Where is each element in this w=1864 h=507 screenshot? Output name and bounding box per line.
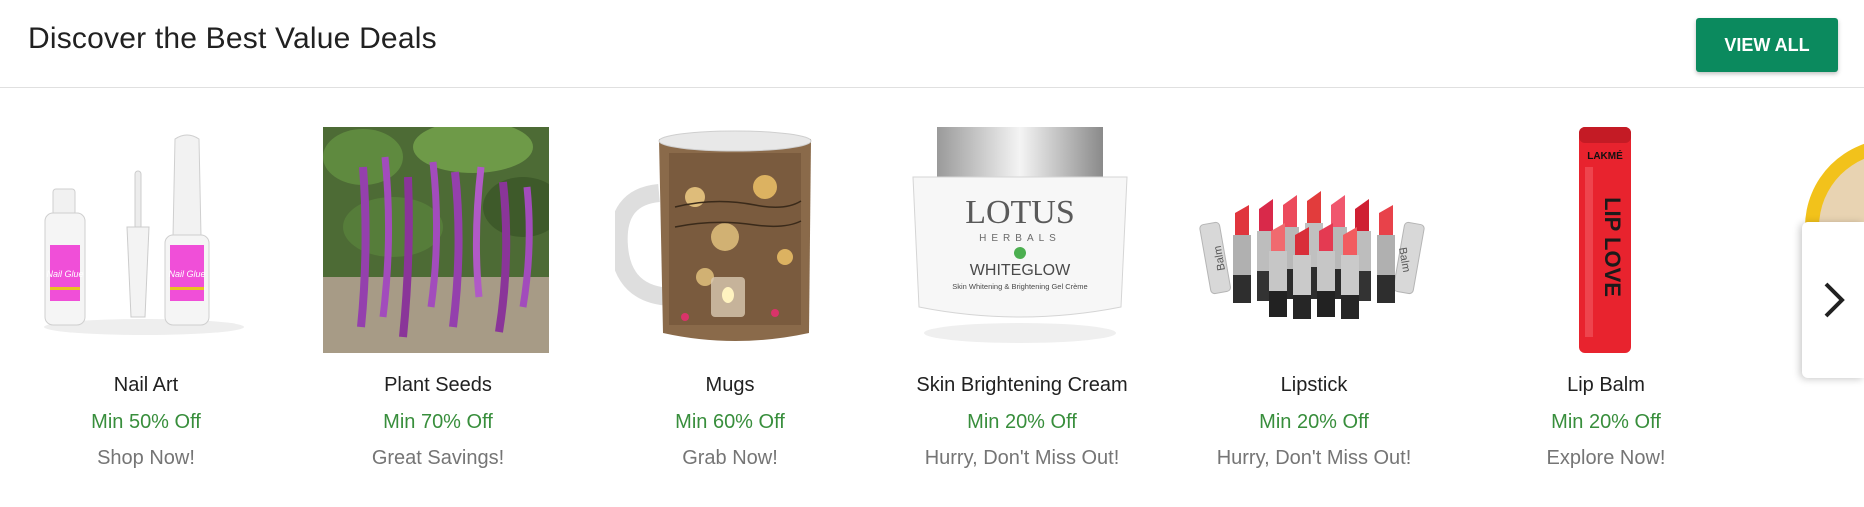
deal-card[interactable]: LAKMÉ LIP LOVE Lip Balm Min 20% Off Expl… — [1460, 88, 1752, 507]
section-title: Discover the Best Value Deals — [28, 22, 437, 55]
deal-tagline: Explore Now! — [1546, 447, 1666, 469]
section-header: Discover the Best Value Deals VIEW ALL — [0, 0, 1864, 88]
deal-offer: Min 20% Off — [1259, 411, 1369, 433]
deal-name: Nail Art — [113, 374, 179, 396]
lotus-desc-text: Skin Whitening & Brightening Gel Crème — [952, 282, 1087, 291]
lakme-product-text: LIP LOVE — [1600, 197, 1625, 297]
product-image: Balm Balm — [1199, 127, 1425, 353]
product-image: Nail Glue Nail Glue — [31, 127, 257, 353]
deal-offer: Min 20% Off — [967, 411, 1077, 433]
deal-card[interactable]: Balm Balm Lipstick Min 20% Off Hurry, Do… — [1168, 88, 1460, 507]
nail-glue-label-left: Nail Glue — [46, 269, 83, 279]
deal-name: Lipstick — [1280, 374, 1348, 396]
deals-carousel: Nail Glue Nail Glue Nail Art Min 50% Off… — [0, 88, 1864, 507]
deal-tagline: Shop Now! — [97, 447, 195, 469]
deal-name: Mugs — [705, 374, 755, 396]
deal-tagline: Great Savings! — [371, 447, 505, 469]
deal-offer: Min 20% Off — [1551, 411, 1661, 433]
nail-glue-label-right: Nail Glue — [168, 269, 205, 279]
deal-offer: Min 50% Off — [91, 411, 201, 433]
lotus-line-text: WHITEGLOW — [970, 262, 1071, 279]
lakme-brand-text: LAKMÉ — [1587, 149, 1623, 162]
deal-offer: Min 60% Off — [675, 411, 785, 433]
deal-offer: Min 70% Off — [383, 411, 493, 433]
deal-name: Skin Brightening Cream — [916, 374, 1128, 396]
deal-card[interactable]: LOTUS HERBALS WHITEGLOW Skin Whitening &… — [876, 88, 1168, 507]
product-image: LOTUS HERBALS WHITEGLOW Skin Whitening &… — [907, 127, 1133, 353]
view-all-button[interactable]: VIEW ALL — [1696, 18, 1838, 72]
product-image — [323, 127, 549, 353]
deal-tagline: Hurry, Don't Miss Out! — [924, 447, 1120, 469]
product-image — [615, 127, 841, 353]
deal-name: Lip Balm — [1567, 374, 1645, 396]
deal-name: Plant Seeds — [384, 374, 492, 396]
deal-card[interactable]: Mugs Min 60% Off Grab Now! — [584, 88, 876, 507]
carousel-next-button[interactable] — [1802, 222, 1864, 378]
chevron-right-icon — [1824, 282, 1845, 318]
deal-card[interactable]: Nail Glue Nail Glue Nail Art Min 50% Off… — [0, 88, 292, 507]
deal-offer: Mi — [1752, 411, 1864, 434]
product-image: LAKMÉ LIP LOVE — [1491, 127, 1717, 353]
deal-tagline: E — [1752, 447, 1864, 470]
deal-tagline: Hurry, Don't Miss Out! — [1216, 447, 1412, 469]
deal-tagline: Grab Now! — [682, 447, 778, 469]
lotus-sub-text: HERBALS — [979, 233, 1061, 244]
lotus-brand-text: LOTUS — [965, 194, 1075, 231]
deal-card[interactable]: Plant Seeds Min 70% Off Great Savings! — [292, 88, 584, 507]
